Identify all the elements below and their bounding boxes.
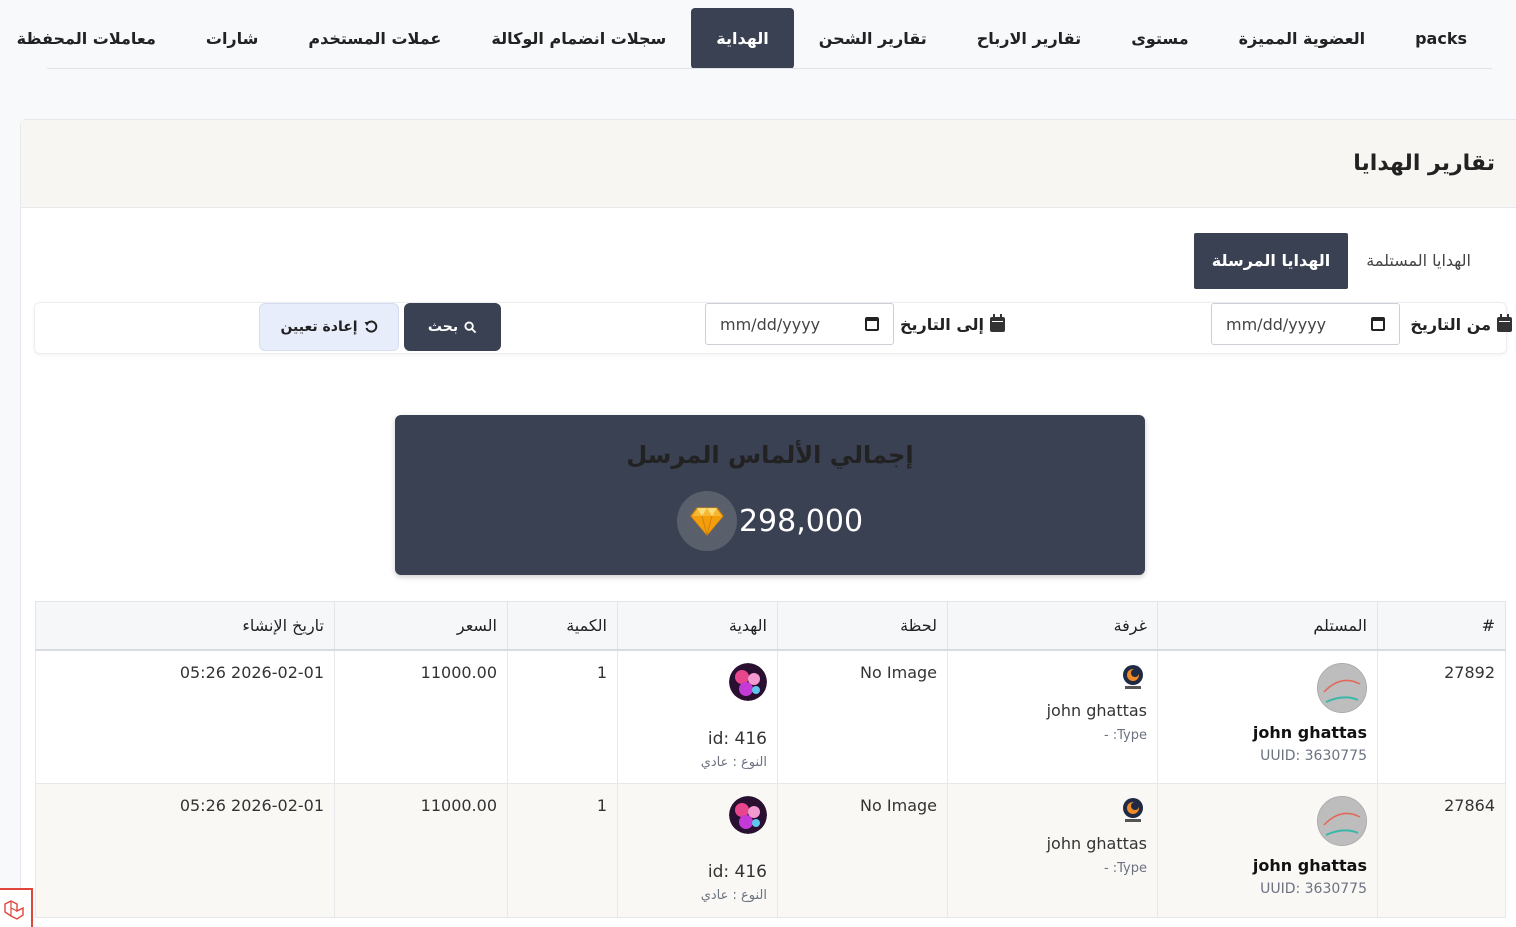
gift-id: id: 416 [707,862,767,882]
to-date-label-text: إلى التاريخ [899,315,984,334]
gift-subtabs: الهدايا المستلمة الهدايا المرسلة [1193,233,1489,289]
from-date-input[interactable]: mm/dd/yyyy [1211,303,1400,345]
to-date-placeholder: mm/dd/yyyy [720,314,821,334]
gift-id: id: 416 [707,728,767,749]
cell-price: 11000.00 [334,783,508,918]
col-gift[interactable]: الهدية [617,601,778,651]
calendar-icon [1497,314,1512,332]
cell-created: 2026-02-01 05:26 [35,649,335,784]
nav-item-profit-reports[interactable]: تقارير الارباح [952,8,1106,69]
search-button-label: بحث [427,319,459,335]
room-name: john ghattas [1046,700,1147,720]
col-price[interactable]: السعر [334,601,508,651]
room-type: Type: - [1103,727,1147,743]
nav-item-user-coins[interactable]: عملات المستخدم [283,8,466,69]
reset-button[interactable]: إعادة تعيين [259,303,399,351]
nav-item-charge-reports[interactable]: تقارير الشحن [794,8,952,69]
total-diamonds-row: 298,000 [395,491,1145,551]
recipient-name[interactable]: john ghattas [1168,856,1367,875]
nav-item-packs[interactable]: packs [1390,8,1492,69]
room-name: john ghattas [1046,834,1147,853]
nav-item-wallet-transactions[interactable]: معاملات المحفظة [0,8,181,69]
cell-price: 11000.00 [334,649,508,784]
col-id[interactable]: # [1377,601,1506,651]
filter-bar: من التاريخ mm/dd/yyyy إلى التاريخ mm/dd/… [34,302,1512,354]
recipient-uuid: UUID: 3630775 [1260,747,1367,764]
gifts-table: # المستلم غرفة لحظة الهدية الكمية السعر … [35,601,1506,918]
top-nav: packs العضوية المميزة مستوى تقارير الارب… [0,0,1516,70]
cell-room: john ghattas Type: - [947,783,1158,918]
cell-moment: No Image [777,649,948,784]
calendar-icon [990,314,1005,332]
table-row: 27892 john ghattas UUID: 3630775 john gh… [35,649,1506,784]
col-created[interactable]: تاريخ الإنشاء [35,601,335,651]
from-date-label: من التاريخ [1410,314,1512,334]
nav-divider [47,68,1492,69]
laravel-logo-icon [4,900,24,920]
cell-quantity: 1 [507,649,618,784]
gift-type: النوع : عادي [700,888,767,903]
nav-item-badges[interactable]: شارات [181,8,284,69]
col-quantity[interactable]: الكمية [507,601,618,651]
table-row: 27864 john ghattas UUID: 3630775 john gh… [35,783,1506,918]
tab-received-gifts[interactable]: الهدايا المستلمة [1348,233,1489,289]
room-type: Type: - [1103,861,1147,876]
card-header: تقارير الهدايا [21,120,1516,208]
gift-reports-card: تقارير الهدايا الهدايا المستلمة الهدايا … [20,119,1516,927]
cell-id: 27892 [1377,649,1506,784]
to-date-label: إلى التاريخ [899,314,1005,334]
reset-button-label: إعادة تعيين [280,319,358,335]
search-icon [464,320,477,333]
nav-item-agency-join-logs[interactable]: سجلات انضمام الوكالة [466,8,691,69]
room-icon [1119,663,1147,691]
cell-gift: id: 416 النوع : عادي [617,649,778,784]
recipient-uuid: UUID: 3630775 [1260,881,1367,897]
nav-item-premium-membership[interactable]: العضوية المميزة [1214,8,1390,69]
recipient-name[interactable]: john ghattas [1168,723,1367,742]
diamond-icon [676,491,737,551]
cell-created: 2026-02-01 05:26 [35,783,335,918]
col-room[interactable]: غرفة [947,601,1158,651]
cell-quantity: 1 [507,783,618,918]
nav-item-level[interactable]: مستوى [1106,8,1213,69]
avatar[interactable] [1317,662,1367,713]
total-diamonds-value: 298,000 [738,503,864,539]
col-moment[interactable]: لحظة [777,601,948,651]
avatar[interactable] [1317,796,1367,846]
from-date-label-text: من التاريخ [1410,315,1491,334]
debugbar-toggle[interactable] [0,888,33,927]
calendar-picker-icon[interactable] [865,317,879,331]
col-recipient[interactable]: المستلم [1157,601,1378,651]
cell-recipient: john ghattas UUID: 3630775 [1157,783,1378,918]
gift-icon [729,796,767,834]
from-date-placeholder: mm/dd/yyyy [1226,314,1327,334]
cell-moment: No Image [777,783,948,918]
total-diamonds-title: إجمالي الألماس المرسل [626,441,914,469]
total-diamonds-card: إجمالي الألماس المرسل 298,000 [395,415,1145,575]
search-button[interactable]: بحث [404,303,501,351]
page-title: تقارير الهدايا [1353,151,1495,176]
table-header-row: # المستلم غرفة لحظة الهدية الكمية السعر … [35,601,1506,651]
to-date-input[interactable]: mm/dd/yyyy [705,303,894,345]
undo-icon [364,320,377,333]
cell-recipient: john ghattas UUID: 3630775 [1157,649,1378,784]
calendar-picker-icon[interactable] [1371,317,1385,331]
tab-sent-gifts[interactable]: الهدايا المرسلة [1193,233,1349,289]
gift-icon [729,662,767,701]
room-icon [1119,796,1147,824]
cell-gift: id: 416 النوع : عادي [617,783,778,918]
cell-room: john ghattas Type: - [947,649,1158,784]
cell-id: 27864 [1377,783,1506,918]
nav-item-gifts[interactable]: الهداية [691,7,794,69]
gift-type: النوع : عادي [700,754,767,770]
